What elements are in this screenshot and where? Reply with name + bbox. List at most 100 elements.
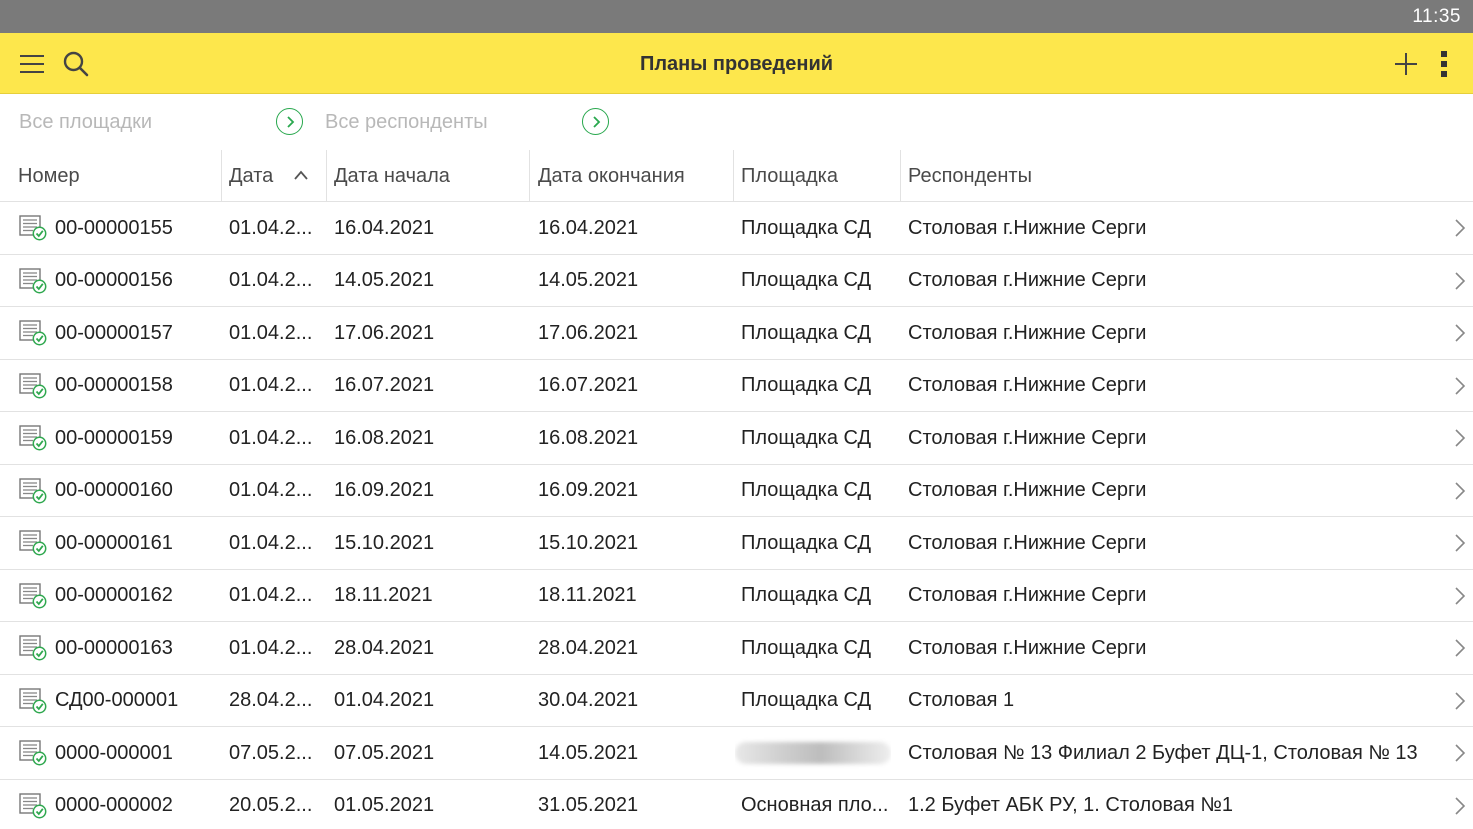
cell-date: 20.05.2... — [229, 794, 313, 816]
respondents-filter[interactable]: Все респонденты — [325, 95, 615, 150]
document-posted-icon — [19, 687, 47, 713]
cell-date: 01.04.2... — [229, 321, 313, 344]
cell-number: СД00-000001 — [55, 689, 179, 711]
table-row[interactable]: 0000-000001 07.05.2... 07.05.2021 14.05.… — [0, 727, 1473, 780]
cell-date: 01.04.2... — [229, 479, 313, 501]
cell-end-date: 28.04.2021 — [538, 636, 639, 659]
cell-respondents: Столовая г.Нижние Серги — [908, 479, 1147, 501]
cell-start-date: 07.05.2021 — [334, 741, 435, 764]
table-row[interactable]: 00-00000162 01.04.2... 18.11.2021 18.11.… — [0, 570, 1473, 622]
cell-number: 00-00000157 — [55, 321, 173, 344]
chevron-right-icon — [1455, 481, 1466, 500]
document-posted-icon — [19, 477, 47, 503]
cell-start-date: 16.09.2021 — [334, 479, 435, 501]
cell-respondents: Столовая 1 — [908, 689, 1015, 711]
chevron-right-icon — [1455, 744, 1466, 762]
cell-date: 01.04.2... — [229, 584, 313, 606]
chevron-right-icon — [1455, 376, 1466, 395]
cell-start-date: 01.04.2021 — [334, 689, 435, 711]
table-header: Номер Дата Дата начала Дата окончания Пл… — [0, 150, 1473, 202]
column-header-start-date[interactable]: Дата начала — [326, 150, 530, 202]
document-posted-icon — [19, 372, 47, 398]
cell-venue — [735, 727, 891, 779]
table-row[interactable]: 00-00000161 01.04.2... 15.10.2021 15.10.… — [0, 517, 1473, 570]
cell-number: 00-00000162 — [55, 584, 173, 606]
column-header-label: Дата окончания — [538, 164, 685, 187]
table-row[interactable]: 00-00000155 01.04.2... 16.04.2021 16.04.… — [0, 202, 1473, 255]
cell-respondents: Столовая № 13 Филиал 2 Буфет ДЦ-1, Столо… — [908, 741, 1418, 764]
cell-respondents: Столовая г.Нижние Серги — [908, 531, 1147, 554]
venue-filter[interactable]: Все площадки — [19, 95, 309, 150]
table-row[interactable]: 00-00000156 01.04.2... 14.05.2021 14.05.… — [0, 255, 1473, 307]
chevron-right-icon — [592, 115, 600, 128]
app-bar: Планы проведений — [0, 33, 1473, 94]
cell-respondents: Столовая г.Нижние Серги — [908, 426, 1147, 449]
table-row[interactable]: 00-00000157 01.04.2... 17.06.2021 17.06.… — [0, 307, 1473, 360]
cell-end-date: 14.05.2021 — [538, 269, 639, 291]
document-posted-icon — [19, 792, 47, 818]
cell-start-date: 16.08.2021 — [334, 426, 435, 449]
cell-number: 00-00000156 — [55, 269, 173, 291]
cell-venue: Площадка СД — [741, 426, 872, 449]
document-posted-icon — [19, 582, 47, 608]
chevron-right-icon — [1455, 429, 1466, 447]
venue-filter-open-button[interactable] — [276, 108, 303, 135]
chevron-right-icon — [1455, 796, 1466, 815]
chevron-right-icon — [1455, 691, 1466, 710]
cell-number: 0000-000001 — [55, 741, 173, 764]
table-row[interactable]: 00-00000160 01.04.2... 16.09.2021 16.09.… — [0, 465, 1473, 517]
cell-venue: Площадка СД — [741, 374, 872, 396]
chevron-right-icon — [1455, 324, 1466, 342]
more-options-button[interactable] — [1422, 33, 1466, 94]
cell-respondents: Столовая г.Нижние Серги — [908, 584, 1147, 606]
column-header-number[interactable]: Номер — [10, 150, 222, 202]
chevron-right-icon — [1455, 271, 1466, 290]
cell-venue: Площадка СД — [741, 216, 872, 239]
sort-ascending-icon — [294, 170, 308, 180]
cell-date: 01.04.2... — [229, 216, 313, 239]
table-row[interactable]: 0000-000002 20.05.2... 01.05.2021 31.05.… — [0, 780, 1473, 829]
column-header-date[interactable]: Дата — [221, 150, 327, 202]
cell-respondents: Столовая г.Нижние Серги — [908, 216, 1147, 239]
cell-venue: Основная пло... — [741, 794, 889, 816]
status-time: 11:35 — [1412, 6, 1461, 27]
column-header-end-date[interactable]: Дата окончания — [530, 150, 734, 202]
table-row[interactable]: 00-00000159 01.04.2... 16.08.2021 16.08.… — [0, 412, 1473, 465]
cell-number: 00-00000158 — [55, 374, 173, 396]
cell-number: 00-00000161 — [55, 531, 173, 554]
venue-filter-placeholder: Все площадки — [19, 111, 153, 133]
cell-venue: Площадка СД — [741, 689, 872, 711]
cell-number: 0000-000002 — [55, 794, 173, 816]
cell-start-date: 16.07.2021 — [334, 374, 435, 396]
cell-venue: Площадка СД — [741, 479, 872, 501]
cell-end-date: 18.11.2021 — [538, 584, 637, 606]
cell-end-date: 31.05.2021 — [538, 794, 639, 816]
cell-start-date: 01.05.2021 — [334, 794, 435, 816]
column-header-respondents[interactable]: Респонденты — [900, 150, 1473, 202]
cell-date: 01.04.2... — [229, 426, 313, 449]
cell-end-date: 14.05.2021 — [538, 741, 639, 764]
cell-venue: Площадка СД — [741, 636, 872, 659]
cell-end-date: 17.06.2021 — [538, 321, 639, 344]
cell-date: 01.04.2... — [229, 531, 313, 554]
redacted-venue — [735, 742, 891, 764]
table-row[interactable]: 00-00000158 01.04.2... 16.07.2021 16.07.… — [0, 360, 1473, 412]
cell-venue: Площадка СД — [741, 321, 872, 344]
respondents-filter-open-button[interactable] — [582, 108, 609, 135]
document-posted-icon — [19, 267, 47, 293]
chevron-right-icon — [1455, 534, 1466, 552]
table-row[interactable]: 00-00000163 01.04.2... 28.04.2021 28.04.… — [0, 622, 1473, 675]
cell-number: 00-00000159 — [55, 426, 173, 449]
cell-respondents: Столовая г.Нижние Серги — [908, 374, 1147, 396]
column-header-label: Дата — [229, 164, 274, 187]
respondents-filter-placeholder: Все респонденты — [325, 111, 488, 133]
cell-start-date: 14.05.2021 — [334, 269, 435, 291]
document-posted-icon — [19, 320, 47, 346]
column-header-venue[interactable]: Площадка — [733, 150, 901, 202]
cell-start-date: 18.11.2021 — [334, 584, 433, 606]
cell-date: 01.04.2... — [229, 269, 313, 291]
cell-number: 00-00000155 — [55, 216, 173, 239]
cell-date: 01.04.2... — [229, 636, 313, 659]
page-title: Планы проведений — [639, 53, 834, 75]
table-row[interactable]: СД00-000001 28.04.2... 01.04.2021 30.04.… — [0, 675, 1473, 727]
